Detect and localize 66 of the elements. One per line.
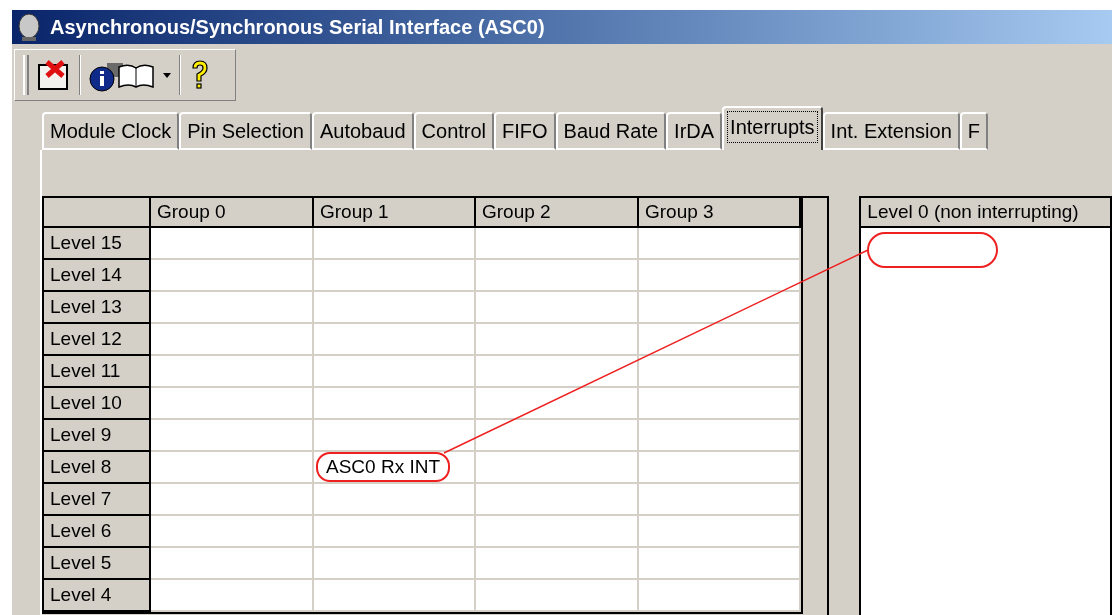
table-cell[interactable]	[314, 580, 476, 612]
window-title: Asynchronous/Synchronous Serial Interface (ASC0)	[50, 15, 545, 40]
table-cell[interactable]	[151, 484, 314, 516]
app-icon	[16, 13, 42, 41]
dropdown-caret-icon[interactable]	[163, 72, 171, 78]
table-cell[interactable]	[639, 452, 801, 484]
table-cell[interactable]	[314, 484, 476, 516]
table-cell[interactable]	[151, 580, 314, 612]
list-header: Level 0 (non interrupting)	[861, 198, 1110, 228]
table-cell[interactable]	[639, 388, 801, 420]
table-cell[interactable]	[639, 260, 801, 292]
tab[interactable]: FIFO	[494, 112, 556, 150]
table-cell[interactable]	[476, 484, 639, 516]
table-cell[interactable]	[151, 356, 314, 388]
table-cell[interactable]	[476, 580, 639, 612]
table-cell[interactable]	[639, 580, 801, 612]
tab[interactable]: IrDA	[666, 112, 723, 150]
table-cell[interactable]	[639, 324, 801, 356]
table-cell[interactable]	[151, 548, 314, 580]
tab[interactable]: Module Clock	[42, 112, 180, 150]
table-cell[interactable]	[639, 548, 801, 580]
table-cell[interactable]	[476, 516, 639, 548]
table-cell[interactable]	[639, 420, 801, 452]
table-cell[interactable]: ASC0 Rx INT	[314, 452, 476, 484]
table-cell[interactable]	[639, 516, 801, 548]
table-cell[interactable]	[639, 292, 801, 324]
table-cell[interactable]	[314, 356, 476, 388]
table-cell[interactable]	[639, 484, 801, 516]
table-cell[interactable]	[476, 452, 639, 484]
table-cell[interactable]	[151, 516, 314, 548]
tab[interactable]: F	[959, 112, 988, 150]
table-cell[interactable]	[476, 324, 639, 356]
table-cell[interactable]	[476, 388, 639, 420]
table-cell[interactable]	[476, 548, 639, 580]
table-cell[interactable]	[151, 228, 314, 260]
table-cell[interactable]	[476, 260, 639, 292]
table-cell[interactable]	[151, 260, 314, 292]
tab[interactable]: Int. Extension	[822, 112, 960, 150]
table-cell[interactable]	[314, 324, 476, 356]
table-cell[interactable]	[151, 324, 314, 356]
tab[interactable]: Baud Rate	[555, 112, 667, 150]
table-cell[interactable]	[476, 420, 639, 452]
tab[interactable]: Control	[413, 112, 495, 150]
table-cell[interactable]	[476, 292, 639, 324]
table-cell[interactable]	[151, 420, 314, 452]
interrupt-entry[interactable]: ASC0 Rx INT	[316, 452, 451, 482]
level-0-list[interactable]: Level 0 (non interrupting)	[859, 196, 1112, 615]
table-cell[interactable]	[314, 388, 476, 420]
exit-icon[interactable]	[37, 59, 71, 91]
table-cell[interactable]	[151, 452, 314, 484]
table-cell[interactable]	[476, 228, 639, 260]
table-cell[interactable]	[639, 356, 801, 388]
tab[interactable]: Autobaud	[311, 112, 414, 150]
table-cell[interactable]	[314, 292, 476, 324]
tab[interactable]: Interrupts	[722, 106, 823, 150]
table-cell[interactable]	[314, 548, 476, 580]
table-cell[interactable]	[314, 516, 476, 548]
table-cell[interactable]	[314, 228, 476, 260]
help-icon[interactable]	[189, 58, 211, 92]
table-cell[interactable]	[476, 356, 639, 388]
tab[interactable]: Pin Selection	[179, 112, 312, 150]
table-cell[interactable]	[314, 260, 476, 292]
table-cell[interactable]	[639, 228, 801, 260]
table-cell[interactable]	[151, 292, 314, 324]
table-cell[interactable]	[314, 420, 476, 452]
table-cell[interactable]	[151, 388, 314, 420]
